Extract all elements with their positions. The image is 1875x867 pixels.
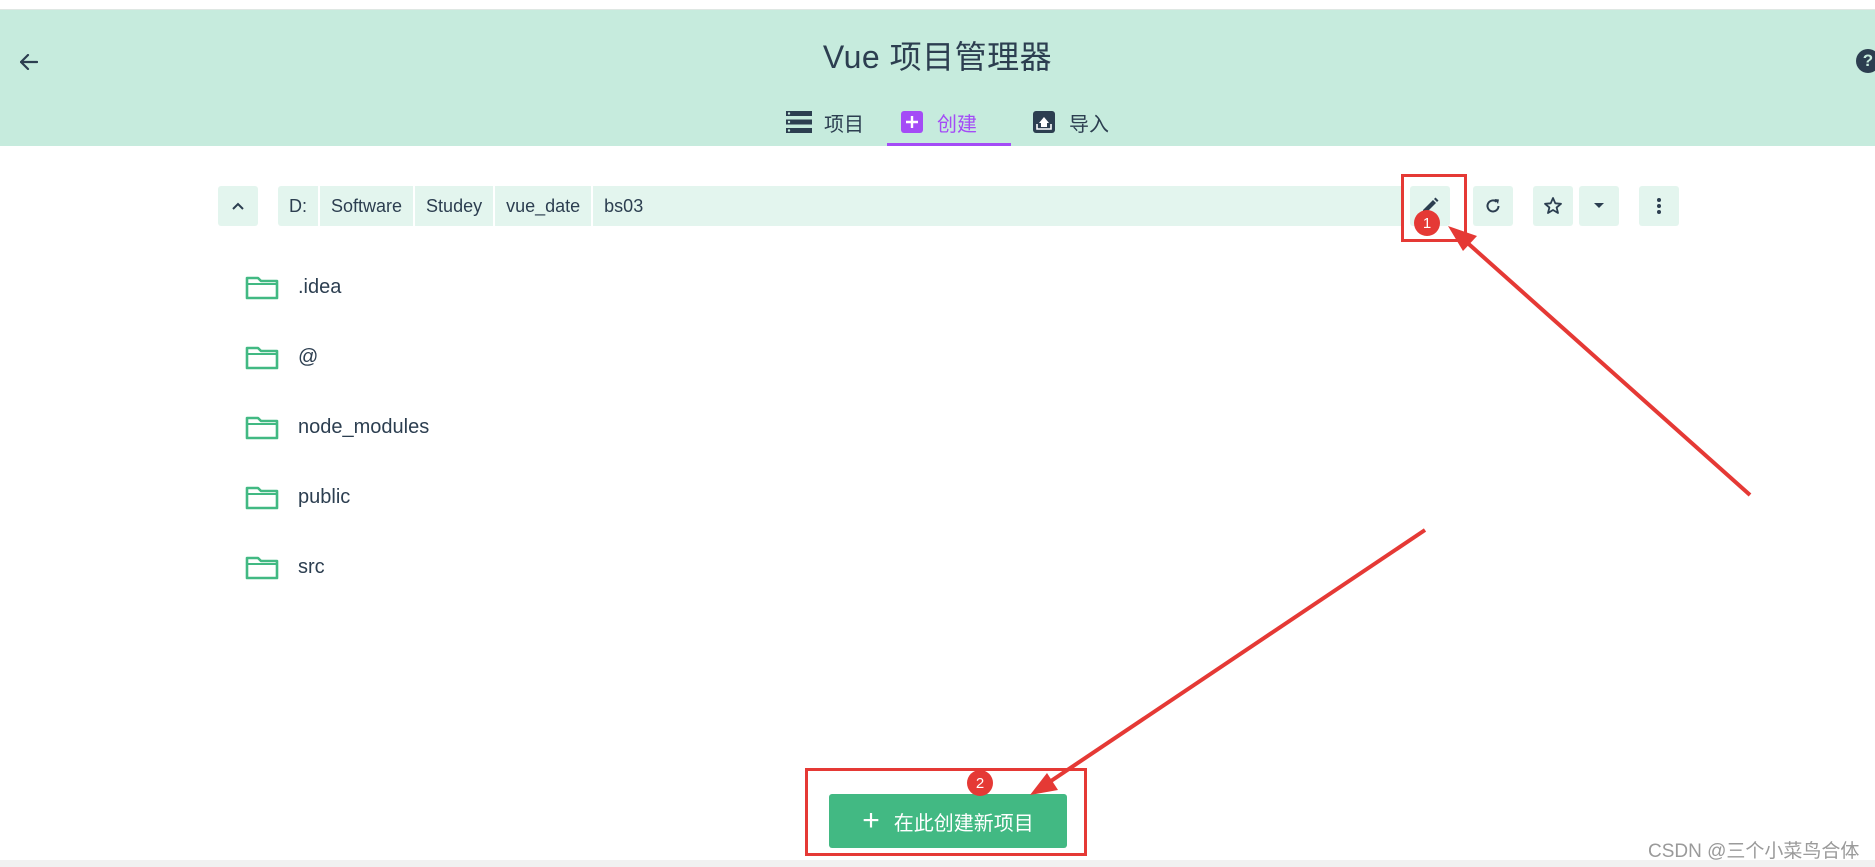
folder-outline-icon	[245, 416, 279, 440]
bottom-border	[0, 860, 1875, 867]
folder-item[interactable]: node_modules	[240, 392, 1140, 462]
annotation-arrow-1	[1460, 236, 1752, 497]
path-breadcrumb: D: Software Studey vue_date bs03	[278, 186, 1404, 226]
help-button[interactable]: ?	[1856, 49, 1875, 73]
refresh-button[interactable]	[1473, 186, 1513, 226]
tab-import-label: 导入	[1069, 113, 1109, 136]
folder-item[interactable]: src	[240, 532, 1140, 602]
folder-name: src	[298, 555, 325, 578]
tab-create-label: 创建	[937, 113, 977, 136]
annotation-badge-1: 1	[1414, 210, 1440, 236]
folder-item[interactable]: @	[240, 322, 1140, 392]
list-icon	[786, 110, 812, 134]
folder-outline-icon	[245, 486, 279, 510]
folder-name: node_modules	[298, 415, 430, 438]
folder-item[interactable]: public	[240, 462, 1140, 532]
annotation-badge-2: 2	[967, 770, 993, 796]
page-title: Vue 项目管理器	[822, 39, 1053, 75]
more-options-button[interactable]	[1639, 186, 1679, 226]
folder-item[interactable]: .idea	[240, 252, 1140, 322]
tab-create[interactable]: 创建	[887, 98, 1011, 146]
star-outline-icon	[1544, 197, 1562, 214]
more-vertical-icon	[1657, 198, 1661, 214]
favorites-dropdown-button[interactable]	[1579, 186, 1619, 226]
folder-list: .idea @ node_modules public src	[240, 252, 1140, 602]
folder-outline-icon	[245, 556, 279, 580]
crumb-studey[interactable]: Studey	[415, 186, 496, 226]
watermark: CSDN @三个小菜鸟合体	[1648, 841, 1860, 862]
app-header: Vue 项目管理器 ? 项目 创建 导入	[0, 10, 1875, 146]
caret-down-icon	[1594, 203, 1604, 208]
refresh-icon	[1486, 199, 1500, 213]
crumb-vue-date[interactable]: vue_date	[495, 186, 594, 226]
favorite-button[interactable]	[1533, 186, 1573, 226]
annotation-box-2	[805, 768, 1087, 856]
chevron-up-icon	[232, 202, 244, 210]
folder-outline-icon	[245, 346, 279, 370]
help-circle-icon: ?	[1862, 51, 1874, 70]
crumb-bs03[interactable]: bs03	[593, 186, 654, 226]
crumb-drive[interactable]: D:	[278, 186, 320, 226]
folder-name: @	[298, 345, 319, 368]
parent-folder-button[interactable]	[218, 186, 258, 226]
import-box-icon	[1031, 110, 1057, 134]
plus-box-icon	[899, 110, 925, 134]
folder-outline-icon	[245, 276, 279, 300]
crumb-software[interactable]: Software	[320, 186, 416, 226]
folder-name: .idea	[298, 275, 342, 298]
tab-import[interactable]: 导入	[1011, 98, 1131, 146]
top-border	[0, 0, 1875, 10]
tab-projects[interactable]: 项目	[772, 98, 887, 146]
tab-projects-label: 项目	[824, 113, 864, 136]
folder-name: public	[298, 485, 351, 508]
tab-bar: 项目 创建 导入	[772, 98, 1131, 146]
